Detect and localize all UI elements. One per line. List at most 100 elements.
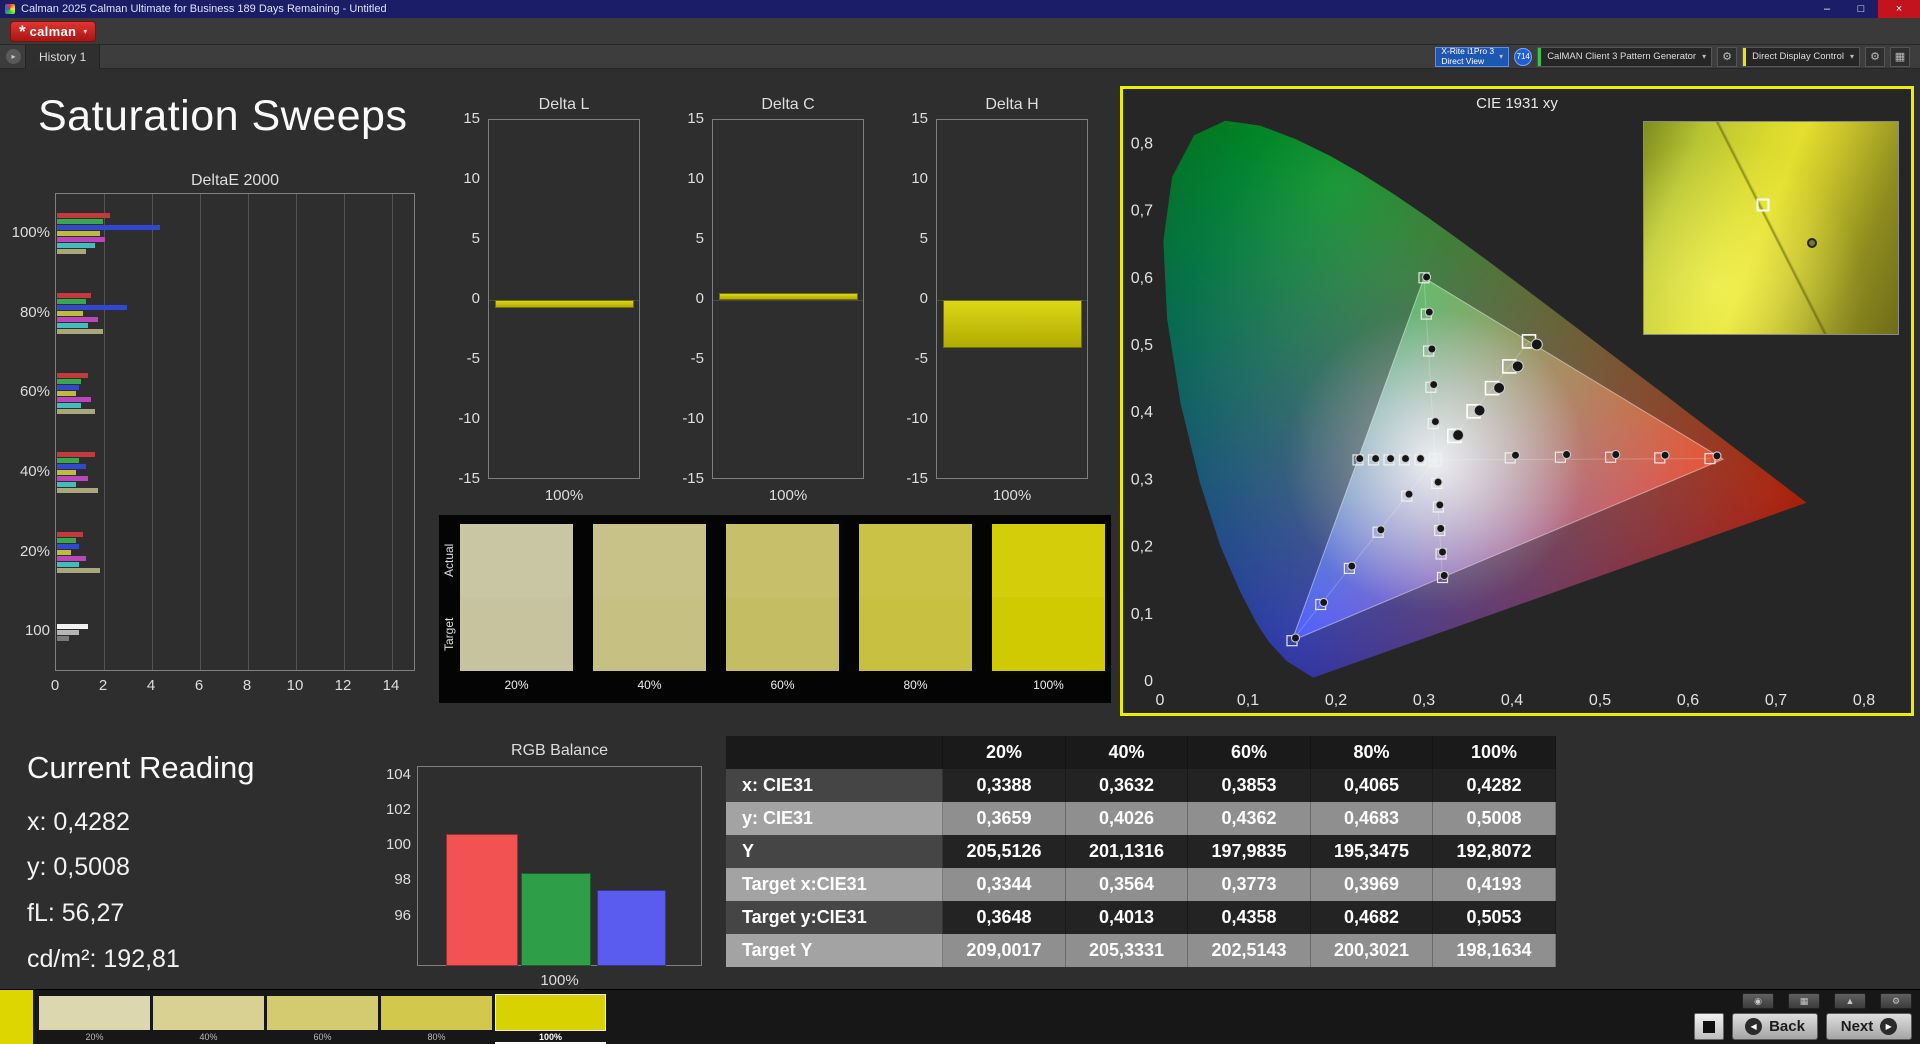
meter-status-badge[interactable]: 714: [1514, 47, 1533, 66]
bar: [57, 225, 161, 231]
bar: [57, 476, 89, 482]
axis-tick-label: 98: [394, 871, 411, 889]
next-button[interactable]: Next ▶: [1826, 1013, 1912, 1040]
axis-tick-label: -10: [682, 410, 704, 427]
settings-button[interactable]: ⚙: [1880, 993, 1912, 1009]
axis-tick-label: 15: [687, 110, 704, 127]
svg-text:0,2: 0,2: [1131, 539, 1153, 556]
chevron-down-icon: ▾: [1849, 52, 1854, 61]
svg-text:0,3: 0,3: [1413, 692, 1435, 709]
table-cell: 0,3853: [1188, 769, 1311, 802]
delta-l-chart: Delta L 15 10 5 0 -5 -10 -15 100%: [438, 96, 650, 516]
bar: [57, 402, 81, 408]
bar: [57, 408, 96, 414]
svg-text:0,8: 0,8: [1853, 692, 1875, 709]
back-button[interactable]: ◀ Back: [1732, 1013, 1818, 1040]
svg-text:0,7: 0,7: [1765, 692, 1787, 709]
actual-swatch: [460, 524, 573, 597]
nav-button-row: ◀ Back Next ▶: [1694, 1013, 1912, 1040]
chevron-down-icon: ▾: [1499, 52, 1504, 61]
swatch-label: 40%: [637, 678, 662, 692]
gridline: [392, 194, 393, 670]
pattern-thumbnail-patch: [267, 996, 378, 1030]
bar: [57, 532, 84, 537]
table-cell: 0,3659: [943, 802, 1066, 835]
axis-tick-label: 0: [471, 290, 480, 307]
table-cell: 195,3475: [1311, 835, 1433, 868]
svg-text:0,5: 0,5: [1131, 337, 1153, 354]
chart-title: Delta C: [761, 96, 815, 113]
target-swatch: [460, 597, 573, 671]
svg-text:0,1: 0,1: [1237, 692, 1259, 709]
app-window: Calman 2025 Calman Ultimate for Business…: [0, 0, 1920, 1044]
capture-button[interactable]: ◉: [1742, 993, 1774, 1009]
table-cell: 202,5143: [1188, 934, 1311, 967]
meter-selector[interactable]: X-Rite i1Pro 3 Direct View ▾: [1435, 46, 1510, 67]
pattern-window-button[interactable]: [1694, 1013, 1724, 1040]
table-cell: 100%: [1433, 736, 1556, 769]
layout-toggle-button[interactable]: ▦: [1788, 993, 1820, 1009]
gridline: [104, 194, 105, 670]
axis-tick-label: 100%: [11, 223, 50, 241]
table-cell: 201,1316: [1066, 835, 1188, 868]
table-row: Target x:CIE31 0,3344 0,3564 0,3773 0,3969 0,…: [726, 868, 1556, 901]
table-cell: 40%: [1066, 736, 1188, 769]
pattern-thumbnail[interactable]: 80%: [381, 994, 492, 1042]
axis-tick-label: 40%: [19, 462, 50, 480]
tab-history-1[interactable]: History 1: [25, 44, 101, 69]
chevron-down-icon: ▾: [1702, 52, 1707, 61]
bar: [57, 452, 96, 458]
window-controls: – □ ×: [1810, 0, 1920, 18]
table-row-label: x: CIE31: [726, 769, 943, 802]
axis-tick-label: 5: [695, 230, 704, 247]
axis-tick-label: 10: [286, 677, 304, 694]
table-row-label: Target x:CIE31: [726, 868, 943, 901]
close-button[interactable]: ×: [1878, 0, 1920, 18]
pattern-thumbnail[interactable]: 100%: [495, 994, 606, 1044]
axis-tick-label: 104: [385, 765, 411, 783]
axis-tick-label: -10: [458, 410, 480, 427]
plot-area: [936, 119, 1088, 479]
axis-tick-label: 5: [919, 230, 928, 247]
delta-c-chart: Delta C 15 10 5 0 -5 -10 -15 100%: [662, 96, 874, 516]
target-row-label: Target: [442, 617, 456, 651]
plot-area: [488, 119, 640, 479]
gridline: [248, 194, 249, 670]
gridline: [152, 194, 153, 670]
rgb-balance-chart: RGB Balance 104 102 100 98 96 100%: [375, 742, 715, 989]
toolbar-extra-button[interactable]: ▦: [1890, 46, 1910, 67]
pattern-thumbnail[interactable]: 20%: [39, 994, 150, 1042]
actual-swatch: [593, 524, 706, 597]
axis-tick-label: 8: [242, 677, 252, 694]
pattern-thumbnail-patch: [495, 994, 606, 1031]
pattern-thumbnail-label: 20%: [85, 1032, 104, 1042]
pattern-thumbnail[interactable]: 40%: [153, 994, 264, 1042]
display-control-selector[interactable]: Direct Display Control ▾: [1742, 46, 1860, 67]
back-arrow-icon: ◀: [1745, 1018, 1763, 1035]
table-cell: 0,4282: [1433, 769, 1556, 802]
maximize-button[interactable]: □: [1844, 0, 1878, 18]
arrow-up-icon: ▲: [1845, 996, 1855, 1006]
gear-icon: ⚙: [1722, 51, 1733, 63]
target-swatch: [593, 597, 706, 671]
calman-logo-button[interactable]: * calman ▾: [10, 20, 97, 42]
table-row-label: Target y:CIE31: [726, 901, 943, 934]
bar: [57, 317, 98, 322]
pattern-generator-selector[interactable]: CalMAN Client 3 Pattern Generator ▾: [1537, 46, 1713, 67]
pattern-generator-settings-button[interactable]: ⚙: [1717, 46, 1738, 67]
minimize-button[interactable]: –: [1810, 0, 1844, 18]
display-control-settings-button[interactable]: ⚙: [1865, 46, 1885, 67]
table-cell: 0,3564: [1066, 868, 1188, 901]
axis-tick-label: 10: [463, 170, 480, 187]
workflow-advance-icon[interactable]: ▸: [6, 49, 21, 64]
pattern-thumbnail-label: 40%: [199, 1032, 218, 1042]
step-up-button[interactable]: ▲: [1834, 993, 1866, 1009]
bar: [521, 872, 591, 966]
pattern-strip: 20% 40% 60% 80% 100% ◉ ▦ ▲ ⚙ ◀ Back Next ▶: [0, 989, 1920, 1044]
bar: [57, 299, 86, 304]
bar: [57, 623, 89, 629]
menu-bar: * calman ▾: [0, 18, 1920, 45]
axis-tick-label: 15: [911, 110, 928, 127]
back-button-label: Back: [1769, 1018, 1805, 1035]
pattern-thumbnail[interactable]: 60%: [267, 994, 378, 1042]
